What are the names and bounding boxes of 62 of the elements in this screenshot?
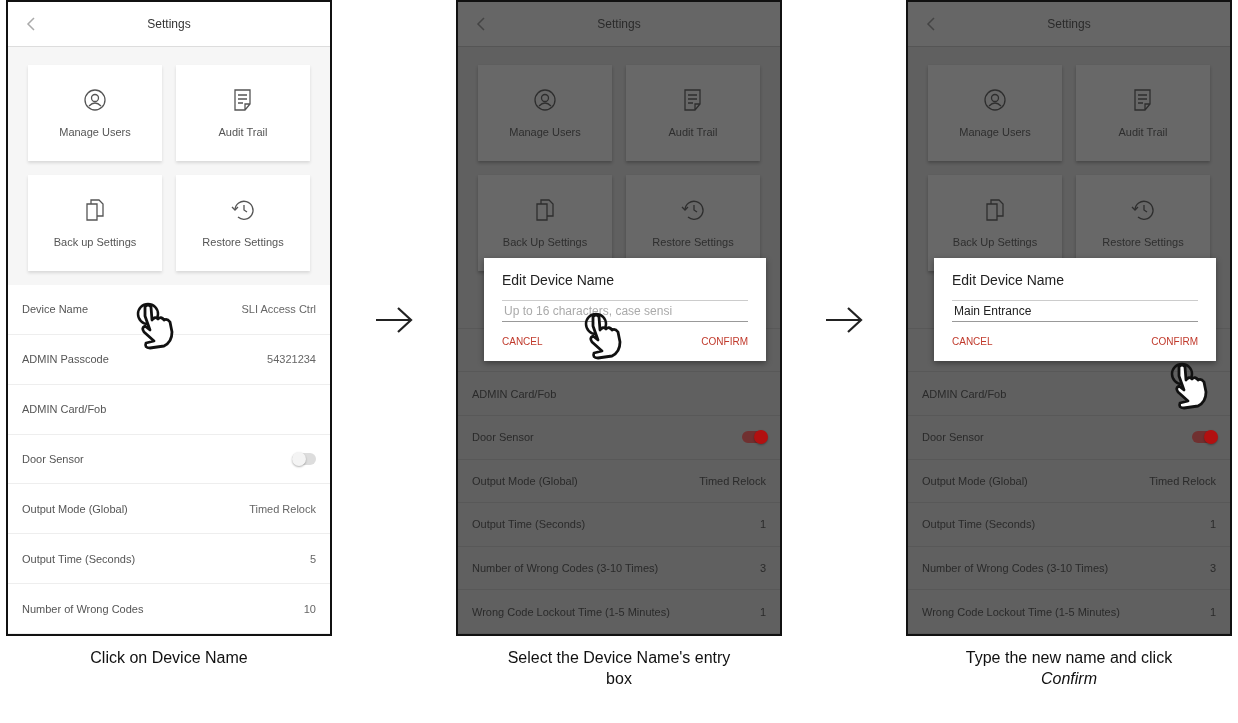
tile-label: Manage Users (959, 126, 1031, 138)
clock-arrow-icon (1130, 198, 1156, 222)
tile-label: Restore Settings (202, 236, 284, 248)
name-input-field[interactable]: Main Entrance (952, 300, 1198, 322)
dialog-button[interactable]: CANCEL (952, 334, 993, 349)
setting-value: 5 (309, 552, 316, 565)
setting-label: Device Name (22, 303, 89, 316)
screen-title: Settings (147, 17, 191, 31)
step-caption: Type the new name and click Confirm (964, 648, 1174, 689)
back-icon[interactable] (926, 16, 936, 32)
tile-label: Back Up Settings (502, 236, 588, 248)
setting-label: Door Sensor (22, 453, 84, 465)
document-icon (682, 88, 704, 112)
setting-label: Output Mode (Global) (22, 502, 128, 515)
setting-value: 10 (303, 602, 316, 615)
screen-title: Settings (1047, 17, 1091, 31)
name-input-field[interactable]: Up to 16 characters, case sensi (502, 300, 748, 322)
settings-tile[interactable]: Restore Settings (176, 175, 310, 271)
setting-label: ADMIN Passcode (22, 353, 109, 366)
tile-label: Audit Trail (668, 126, 718, 138)
clock-arrow-icon (230, 198, 256, 222)
setting-value: 54321234 (267, 353, 316, 366)
right-arrow-icon (374, 305, 414, 335)
settings-tile[interactable]: Back up Settings (28, 175, 162, 271)
user-circle-icon (983, 88, 1007, 112)
copy-icon (83, 198, 107, 222)
toggle-switch[interactable] (1192, 431, 1216, 444)
dialog-button[interactable]: CONFIRM (701, 334, 748, 349)
screen-title: Settings (597, 17, 641, 31)
tile-label: Audit Trail (1118, 126, 1168, 138)
tile-label: Restore Settings (1102, 236, 1184, 248)
user-circle-icon (83, 88, 107, 112)
settings-tile[interactable]: Manage Users (28, 65, 162, 161)
back-icon[interactable] (476, 16, 486, 32)
settings-tile[interactable]: Audit Trail (176, 65, 310, 161)
back-icon[interactable] (26, 16, 36, 32)
document-icon (232, 88, 254, 112)
copy-icon (533, 198, 557, 222)
tile-label: Restore Settings (652, 236, 734, 248)
dialog-title: Edit Device Name (952, 272, 1066, 288)
tile-label: Back up Settings (53, 236, 137, 248)
dialog-title: Edit Device Name (502, 272, 616, 288)
copy-icon (983, 198, 1007, 222)
dialog-button[interactable]: CONFIRM (1151, 334, 1198, 349)
toggle-switch[interactable] (292, 453, 316, 465)
tile-label: Manage Users (59, 126, 131, 138)
right-arrow-icon (824, 305, 864, 335)
user-circle-icon (533, 88, 557, 112)
dialog-button[interactable]: CANCEL (502, 334, 543, 349)
setting-value: SLI Access Ctrl (241, 303, 316, 316)
step-caption: Click on Device Name (89, 648, 249, 668)
setting-label: Number of Wrong Codes (22, 602, 144, 615)
setting-value: Timed Relock (249, 502, 316, 515)
setting-label: ADMIN Card/Fob (22, 403, 107, 416)
clock-arrow-icon (680, 198, 706, 222)
tile-label: Manage Users (509, 126, 581, 138)
document-icon (1132, 88, 1154, 112)
tile-label: Audit Trail (218, 126, 268, 138)
toggle-switch[interactable] (742, 431, 766, 444)
setting-label: Output Time (Seconds) (22, 552, 136, 565)
step-caption: Select the Device Name's entry box (506, 648, 732, 689)
tile-label: Back Up Settings (952, 236, 1038, 248)
